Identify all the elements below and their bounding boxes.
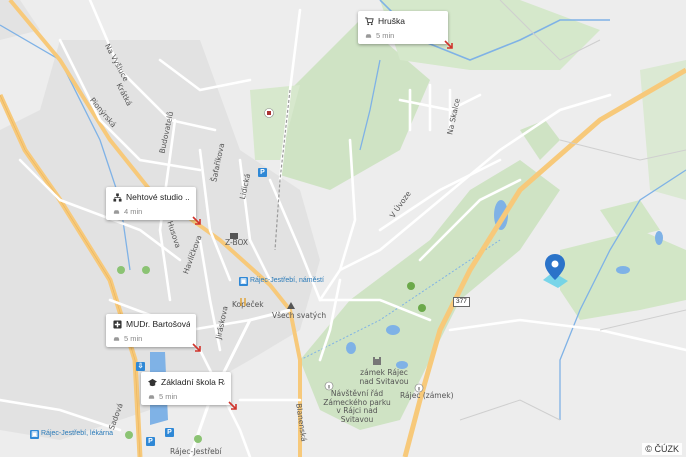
- card-title-row: Hruška: [365, 16, 442, 26]
- sport-icon[interactable]: [124, 430, 134, 440]
- card-title-row: Základní škola Rá...: [148, 377, 225, 387]
- route-arrow-icon[interactable]: [192, 216, 202, 226]
- poi-card-hruska[interactable]: Hruška 5 min: [358, 11, 448, 44]
- tree-icon[interactable]: [417, 304, 427, 314]
- location-pin-icon[interactable]: [540, 252, 570, 288]
- town-label: Rájec-Jestřebí: [170, 447, 222, 456]
- card-travel-time: 5 min: [124, 334, 143, 343]
- road-number-shield: 377: [453, 297, 470, 307]
- card-title: Nehtové studio ...: [126, 192, 190, 202]
- card-travel-row: 5 min: [113, 334, 190, 343]
- poi-card-nehtove-studio[interactable]: Nehtové studio ... 4 min: [106, 187, 196, 220]
- car-icon: [113, 336, 120, 341]
- card-title: MUDr. Bartošová ...: [126, 319, 190, 329]
- package-icon[interactable]: [229, 231, 239, 241]
- card-travel-row: 5 min: [148, 392, 225, 401]
- poi-card-mudr-bartosova[interactable]: MUDr. Bartošová ... 5 min: [106, 314, 196, 347]
- card-title-row: Nehtové studio ...: [113, 192, 190, 202]
- church-icon[interactable]: [286, 301, 296, 311]
- sport-icon[interactable]: [116, 265, 126, 275]
- castle-short-label: Rájec (zámek): [400, 391, 454, 400]
- train-icon[interactable]: ⇩: [136, 362, 145, 371]
- bus-stop-icon[interactable]: ▣: [30, 430, 39, 439]
- tree-icon[interactable]: [406, 282, 416, 292]
- parking-icon[interactable]: P: [165, 428, 174, 437]
- card-travel-time: 5 min: [376, 31, 395, 40]
- card-travel-time: 5 min: [159, 392, 178, 401]
- castle-label: zámek Rájec nad Svitavou: [359, 368, 409, 386]
- route-arrow-icon[interactable]: [228, 401, 238, 411]
- info-center-label: Návštěvní řád Zámeckého parku v Rájci na…: [323, 389, 391, 424]
- food-icon[interactable]: [238, 297, 248, 307]
- medical-icon: [113, 319, 122, 329]
- info-icon[interactable]: [414, 383, 424, 393]
- car-icon: [365, 33, 372, 38]
- route-arrow-icon[interactable]: [444, 40, 454, 50]
- bus-stop-label: Rájec-Jestřebí, lékárna: [41, 430, 113, 437]
- map-canvas[interactable]: Na Vyšluce Krátká Pionýrská Budovatelů Š…: [0, 0, 686, 457]
- route-arrow-icon[interactable]: [192, 343, 202, 353]
- card-title-row: MUDr. Bartošová ...: [113, 319, 190, 329]
- network-icon: [113, 192, 122, 202]
- sport-icon[interactable]: [141, 265, 151, 275]
- bus-stop-icon[interactable]: ▣: [239, 277, 248, 286]
- parking-icon[interactable]: P: [146, 437, 155, 446]
- card-title: Základní škola Rá...: [161, 377, 225, 387]
- car-icon: [148, 394, 155, 399]
- street-label: Všech svatých: [272, 311, 327, 320]
- bus-stop-label: Rájec-Jestřebí, náměstí: [250, 277, 324, 284]
- school-icon: [148, 378, 157, 386]
- sport-icon[interactable]: [193, 434, 203, 444]
- card-title: Hruška: [378, 16, 405, 26]
- poi-card-zakladni-skola[interactable]: Základní škola Rá... 5 min: [141, 372, 231, 405]
- info-icon[interactable]: [324, 381, 334, 391]
- card-travel-time: 4 min: [124, 207, 143, 216]
- parking-icon[interactable]: P: [258, 168, 267, 177]
- map-copyright[interactable]: © ČÚZK: [642, 443, 682, 455]
- cart-icon: [365, 16, 374, 25]
- card-travel-row: 5 min: [365, 31, 442, 40]
- card-travel-row: 4 min: [113, 207, 190, 216]
- car-icon: [113, 209, 120, 214]
- castle-icon[interactable]: [372, 356, 382, 366]
- museum-icon[interactable]: [264, 108, 274, 118]
